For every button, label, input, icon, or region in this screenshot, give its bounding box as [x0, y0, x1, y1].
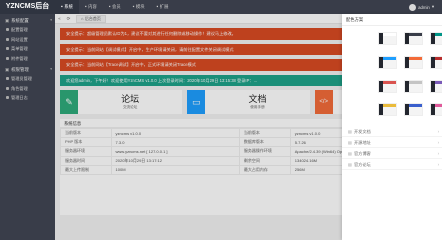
color-scheme-swatch[interactable] [404, 103, 423, 117]
modal-backdrop[interactable] [55, 14, 342, 240]
top-tabs: ▪ 系统 ▪ 内容 ▪ 会员 ▪ 模块 ▪ 扩展 [55, 0, 174, 14]
top-navbar: ▪ 系统 ▪ 内容 ▪ 会员 ▪ 模块 ▪ 扩展 admin ▾ [55, 0, 442, 14]
color-scheme-swatch[interactable] [430, 32, 442, 45]
color-scheme-swatch[interactable] [378, 55, 397, 69]
swatch-sidebar-color [379, 104, 383, 116]
menu-item-icon [6, 86, 9, 90]
sidebar-item-label: 菜单管理 [11, 46, 28, 51]
top-tab-label: 会员 [112, 4, 121, 9]
menu-item-icon [6, 47, 9, 51]
top-tab-label: 扩展 [159, 4, 169, 9]
panel-link[interactable]: ▤ 官方论坛 › [342, 159, 442, 170]
color-scheme-swatch[interactable] [378, 103, 397, 117]
sidebar-item[interactable]: 菜单管理 [0, 44, 55, 54]
avatar [409, 3, 417, 11]
sidebar-item[interactable]: 网站设置 [0, 35, 55, 45]
swatch-sidebar-color [405, 104, 409, 116]
module-icon: ▪ [108, 4, 111, 10]
sidebar-group-label: 权限管理 [11, 67, 29, 72]
sidebar-group-label: 系统配置 [11, 18, 29, 23]
folder-icon: ▣ [5, 18, 10, 23]
sidebar-item[interactable]: 管理员管理 [0, 74, 55, 84]
chevron-right-icon: › [437, 139, 439, 145]
app-logo[interactable]: YZNCMS后台 [0, 0, 55, 14]
color-scheme-swatch[interactable] [378, 79, 397, 93]
panel-link[interactable]: ▤ 官方博客 › [342, 148, 442, 159]
sidebar-item[interactable]: 附件管理 [0, 54, 55, 64]
swatch-sidebar-color [379, 80, 383, 92]
top-tab-label: 系统 [64, 4, 73, 9]
chevron-down-icon: ▾ [431, 4, 434, 9]
menu-item-icon [6, 77, 9, 81]
sidebar-item-label: 网站设置 [11, 36, 28, 42]
chevron-right-icon: › [437, 150, 439, 156]
swatch-sidebar-color [431, 33, 435, 44]
swatch-sidebar-color [379, 33, 383, 44]
color-scheme-grid [342, 26, 442, 120]
username: admin [418, 4, 430, 10]
sidebar: YZNCMS后台 ▣ 系统配置 ▾ 配置管理 网站设置 菜单管理 附件管理 ▣ 权限管理 ▾ 管理员… [0, 0, 55, 240]
panel-link-label: 开发文档 [353, 128, 371, 134]
swatch-sidebar-color [431, 80, 435, 92]
panel-link[interactable]: ▤ 开源地址 › [342, 137, 442, 148]
chevron-right-icon: › [437, 161, 439, 167]
chevron-right-icon: › [437, 128, 439, 134]
swatch-sidebar-color [405, 56, 409, 68]
module-icon: ▪ [132, 4, 135, 10]
user-menu[interactable]: admin ▾ [409, 3, 434, 11]
top-tab-label: 内容 [88, 4, 97, 9]
blog-icon: ▤ [348, 150, 352, 156]
swatch-sidebar-color [405, 33, 409, 44]
forum-icon: ▤ [348, 161, 352, 167]
top-tab-label: 模块 [135, 4, 145, 9]
menu-item-icon [6, 37, 9, 41]
top-tab[interactable]: ▪ 系统 [55, 0, 79, 14]
module-icon: ▪ [84, 4, 87, 10]
theme-panel: 配色方案 ▤ 开发文档 › ▤ 开源地址 › ▤ 官方博客 › ▤ 官方论坛 › [342, 14, 442, 240]
swatch-sidebar-color [405, 80, 409, 92]
module-icon: ▪ [61, 4, 63, 10]
chevron-down-icon: ▾ [50, 67, 52, 71]
sidebar-item[interactable]: 配置管理 [0, 25, 55, 35]
sidebar-item-label: 附件管理 [11, 55, 28, 61]
color-scheme-swatch[interactable] [404, 55, 423, 69]
panel-link[interactable]: ▤ 开发文档 › [342, 126, 442, 137]
folder-icon: ▣ [5, 67, 10, 72]
sidebar-item[interactable]: 角色管理 [0, 84, 55, 94]
top-tab[interactable]: ▪ 模块 [127, 0, 151, 14]
sidebar-item-label: 管理员管理 [11, 76, 32, 81]
sidebar-menu: ▣ 系统配置 ▾ 配置管理 网站设置 菜单管理 附件管理 ▣ 权限管理 ▾ 管理员管理 角色管理 管理日… [0, 16, 55, 103]
theme-panel-title: 配色方案 [342, 14, 442, 26]
top-tab[interactable]: ▪ 会员 [103, 0, 127, 14]
sidebar-item[interactable]: 管理日志 [0, 93, 55, 103]
top-tab[interactable]: ▪ 内容 [79, 0, 103, 14]
swatch-sidebar-color [431, 104, 435, 116]
top-tab[interactable]: ▪ 扩展 [151, 0, 175, 14]
color-scheme-swatch[interactable] [430, 55, 442, 69]
menu-item-icon [6, 28, 9, 32]
document-icon: ▤ [348, 128, 352, 134]
sidebar-item-label: 管理日志 [11, 95, 28, 100]
color-scheme-swatch[interactable] [430, 79, 442, 93]
github-icon: ▤ [348, 139, 352, 145]
swatch-sidebar-color [379, 56, 383, 68]
color-scheme-swatch[interactable] [378, 32, 397, 45]
module-icon: ▪ [156, 4, 159, 10]
sidebar-item-label: 角色管理 [11, 85, 28, 91]
panel-link-label: 官方论坛 [353, 161, 371, 167]
swatch-sidebar-color [431, 56, 435, 68]
admin-app: YZNCMS后台 ▣ 系统配置 ▾ 配置管理 网站设置 菜单管理 附件管理 ▣ 权限管理 ▾ 管理员… [0, 0, 442, 240]
menu-item-icon [6, 56, 9, 60]
sidebar-group[interactable]: ▣ 系统配置 ▾ [0, 16, 55, 25]
chevron-down-icon: ▾ [50, 18, 52, 22]
panel-links: ▤ 开发文档 › ▤ 开源地址 › ▤ 官方博客 › ▤ 官方论坛 › [342, 126, 442, 170]
menu-item-icon [6, 96, 9, 100]
color-scheme-swatch[interactable] [404, 79, 423, 93]
color-scheme-swatch[interactable] [404, 32, 423, 45]
panel-link-label: 开源地址 [353, 139, 371, 145]
sidebar-group[interactable]: ▣ 权限管理 ▾ [0, 65, 55, 74]
sidebar-item-label: 配置管理 [11, 27, 28, 32]
color-scheme-swatch[interactable] [430, 103, 442, 117]
panel-link-label: 官方博客 [353, 150, 371, 156]
